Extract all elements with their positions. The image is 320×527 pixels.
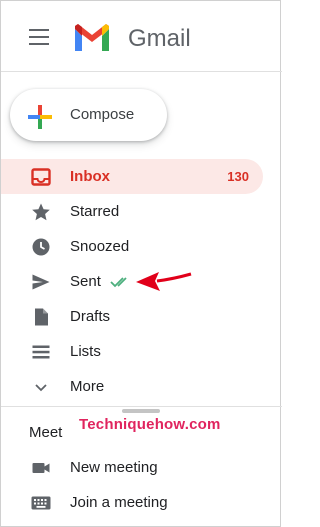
- join-meeting-button[interactable]: Join a meeting: [1, 485, 263, 520]
- draft-file-icon: [35, 308, 48, 326]
- sidebar-item-inbox[interactable]: Inbox 130: [1, 159, 263, 194]
- keyboard-icon: [31, 496, 51, 510]
- star-icon: [32, 203, 50, 221]
- sidebar-item-drafts[interactable]: Drafts: [1, 299, 263, 334]
- clock-icon: [32, 238, 50, 256]
- sidebar-item-label: Starred: [70, 203, 120, 220]
- meet-item-label: New meeting: [70, 459, 158, 476]
- send-icon: [32, 274, 50, 290]
- gmail-wordmark[interactable]: Gmail: [128, 25, 191, 53]
- sidebar-item-snoozed[interactable]: Snoozed: [1, 229, 263, 264]
- header: Gmail: [1, 1, 282, 72]
- meet-item-label: Join a meeting: [70, 494, 168, 511]
- sidebar-item-lists[interactable]: Lists: [1, 334, 263, 369]
- compose-button[interactable]: Compose: [10, 89, 167, 141]
- sidebar-item-label: More: [70, 378, 105, 395]
- hamburger-menu-icon[interactable]: [29, 29, 49, 45]
- unread-count: 130: [227, 169, 249, 184]
- watermark-text: Techniquehow.com: [79, 416, 221, 433]
- sidebar-item-more[interactable]: More: [1, 369, 263, 404]
- sidebar-item-label: Inbox: [70, 168, 110, 185]
- sidebar-item-label: Lists: [70, 343, 101, 360]
- red-arrow-annotation: [136, 272, 192, 291]
- double-check-icon: [110, 277, 127, 288]
- meet-section-title: Meet: [29, 424, 63, 441]
- compose-label: Compose: [70, 106, 135, 123]
- sidebar-item-label: Drafts: [70, 308, 111, 325]
- sidebar-item-starred[interactable]: Starred: [1, 194, 263, 229]
- chevron-down-icon: [35, 384, 47, 392]
- sidebar-item-label: Snoozed: [70, 238, 130, 255]
- sidebar-item-label: Sent: [70, 273, 101, 290]
- list-icon: [32, 345, 50, 359]
- gmail-logo-icon[interactable]: [72, 23, 112, 53]
- new-meeting-button[interactable]: New meeting: [1, 450, 263, 485]
- video-camera-icon: [32, 463, 50, 473]
- sidebar-item-sent[interactable]: Sent: [1, 264, 263, 299]
- section-divider: [1, 406, 282, 407]
- inbox-icon: [31, 168, 51, 186]
- resize-handle[interactable]: [122, 409, 160, 413]
- plus-icon: [28, 105, 52, 129]
- gmail-sidebar: Gmail Compose Inbox 130 Starred Snoozed …: [0, 0, 282, 527]
